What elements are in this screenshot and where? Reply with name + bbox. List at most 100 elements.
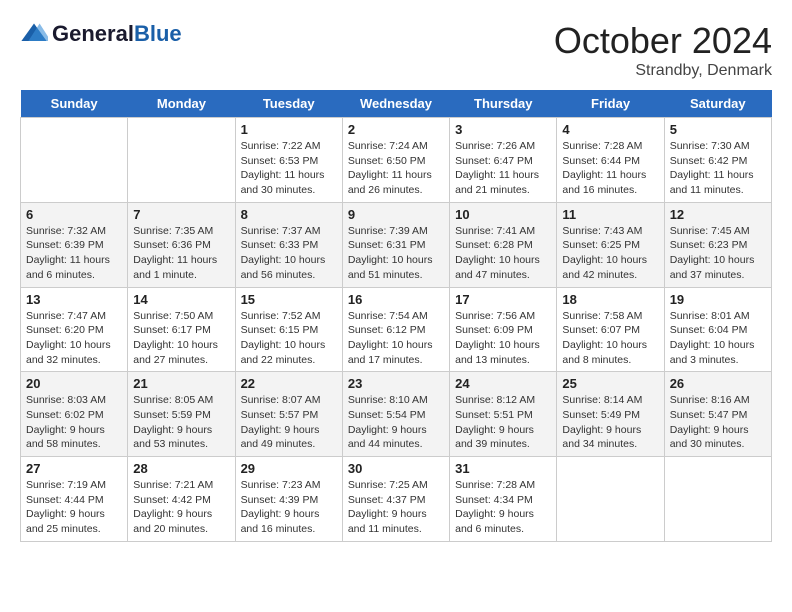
cell-info: Sunrise: 7:32 AM Sunset: 6:39 PM Dayligh…: [26, 224, 122, 283]
calendar-cell: 5 Sunrise: 7:30 AM Sunset: 6:42 PM Daylig…: [664, 118, 771, 203]
calendar-cell: 1 Sunrise: 7:22 AM Sunset: 6:53 PM Daylig…: [235, 118, 342, 203]
cell-info: Sunrise: 7:37 AM Sunset: 6:33 PM Dayligh…: [241, 224, 337, 283]
calendar-cell: 16 Sunrise: 7:54 AM Sunset: 6:12 PM Dayli…: [342, 287, 449, 372]
day-number: 1: [241, 122, 337, 137]
cell-info: Sunrise: 7:25 AM Sunset: 4:37 PM Dayligh…: [348, 478, 444, 537]
cell-info: Sunrise: 7:24 AM Sunset: 6:50 PM Dayligh…: [348, 139, 444, 198]
day-header-tuesday: Tuesday: [235, 90, 342, 118]
day-header-row: SundayMondayTuesdayWednesdayThursdayFrid…: [21, 90, 772, 118]
calendar-cell: [128, 118, 235, 203]
cell-info: Sunrise: 7:28 AM Sunset: 4:34 PM Dayligh…: [455, 478, 551, 537]
day-number: 24: [455, 376, 551, 391]
cell-info: Sunrise: 8:03 AM Sunset: 6:02 PM Dayligh…: [26, 393, 122, 452]
cell-info: Sunrise: 8:07 AM Sunset: 5:57 PM Dayligh…: [241, 393, 337, 452]
title-block: October 2024 Strandby, Denmark: [554, 20, 772, 80]
day-number: 13: [26, 292, 122, 307]
day-number: 4: [562, 122, 658, 137]
cell-info: Sunrise: 7:21 AM Sunset: 4:42 PM Dayligh…: [133, 478, 229, 537]
calendar-cell: 4 Sunrise: 7:28 AM Sunset: 6:44 PM Daylig…: [557, 118, 664, 203]
calendar-cell: 23 Sunrise: 8:10 AM Sunset: 5:54 PM Dayli…: [342, 372, 449, 457]
calendar-cell: 7 Sunrise: 7:35 AM Sunset: 6:36 PM Daylig…: [128, 202, 235, 287]
calendar-cell: 18 Sunrise: 7:58 AM Sunset: 6:07 PM Dayli…: [557, 287, 664, 372]
day-number: 3: [455, 122, 551, 137]
day-header-monday: Monday: [128, 90, 235, 118]
cell-info: Sunrise: 7:47 AM Sunset: 6:20 PM Dayligh…: [26, 309, 122, 368]
calendar-cell: 9 Sunrise: 7:39 AM Sunset: 6:31 PM Daylig…: [342, 202, 449, 287]
logo-blue: Blue: [134, 21, 182, 46]
calendar-cell: 2 Sunrise: 7:24 AM Sunset: 6:50 PM Daylig…: [342, 118, 449, 203]
day-number: 22: [241, 376, 337, 391]
week-row-4: 20 Sunrise: 8:03 AM Sunset: 6:02 PM Dayli…: [21, 372, 772, 457]
day-number: 25: [562, 376, 658, 391]
calendar-cell: 20 Sunrise: 8:03 AM Sunset: 6:02 PM Dayli…: [21, 372, 128, 457]
cell-info: Sunrise: 7:39 AM Sunset: 6:31 PM Dayligh…: [348, 224, 444, 283]
cell-info: Sunrise: 7:19 AM Sunset: 4:44 PM Dayligh…: [26, 478, 122, 537]
day-number: 19: [670, 292, 766, 307]
location: Strandby, Denmark: [554, 62, 772, 80]
day-number: 28: [133, 461, 229, 476]
day-number: 20: [26, 376, 122, 391]
cell-info: Sunrise: 8:10 AM Sunset: 5:54 PM Dayligh…: [348, 393, 444, 452]
logo-general: General: [52, 21, 134, 46]
day-header-saturday: Saturday: [664, 90, 771, 118]
day-number: 5: [670, 122, 766, 137]
cell-info: Sunrise: 7:26 AM Sunset: 6:47 PM Dayligh…: [455, 139, 551, 198]
day-number: 11: [562, 207, 658, 222]
page-header: GeneralBlue October 2024 Strandby, Denma…: [20, 20, 772, 80]
week-row-3: 13 Sunrise: 7:47 AM Sunset: 6:20 PM Dayli…: [21, 287, 772, 372]
calendar-cell: 15 Sunrise: 7:52 AM Sunset: 6:15 PM Dayli…: [235, 287, 342, 372]
calendar-cell: [557, 457, 664, 542]
logo-icon: [20, 20, 48, 48]
cell-info: Sunrise: 8:01 AM Sunset: 6:04 PM Dayligh…: [670, 309, 766, 368]
cell-info: Sunrise: 7:52 AM Sunset: 6:15 PM Dayligh…: [241, 309, 337, 368]
week-row-2: 6 Sunrise: 7:32 AM Sunset: 6:39 PM Daylig…: [21, 202, 772, 287]
cell-info: Sunrise: 7:28 AM Sunset: 6:44 PM Dayligh…: [562, 139, 658, 198]
calendar-cell: 17 Sunrise: 7:56 AM Sunset: 6:09 PM Dayli…: [450, 287, 557, 372]
calendar-cell: 29Sunrise: 7:23 AM Sunset: 4:39 PM Dayli…: [235, 457, 342, 542]
calendar-cell: 31 Sunrise: 7:28 AM Sunset: 4:34 PM Dayli…: [450, 457, 557, 542]
day-number: 2: [348, 122, 444, 137]
calendar-cell: 8Sunrise: 7:37 AM Sunset: 6:33 PM Daylig…: [235, 202, 342, 287]
calendar-cell: 6 Sunrise: 7:32 AM Sunset: 6:39 PM Daylig…: [21, 202, 128, 287]
calendar-cell: 25 Sunrise: 8:14 AM Sunset: 5:49 PM Dayli…: [557, 372, 664, 457]
cell-info: Sunrise: 7:56 AM Sunset: 6:09 PM Dayligh…: [455, 309, 551, 368]
day-number: 18: [562, 292, 658, 307]
calendar-cell: [664, 457, 771, 542]
cell-info: Sunrise: 7:22 AM Sunset: 6:53 PM Dayligh…: [241, 139, 337, 198]
day-number: 30: [348, 461, 444, 476]
day-header-friday: Friday: [557, 90, 664, 118]
week-row-5: 27Sunrise: 7:19 AM Sunset: 4:44 PM Dayli…: [21, 457, 772, 542]
day-number: 26: [670, 376, 766, 391]
day-number: 15: [241, 292, 337, 307]
cell-info: Sunrise: 7:30 AM Sunset: 6:42 PM Dayligh…: [670, 139, 766, 198]
cell-info: Sunrise: 8:05 AM Sunset: 5:59 PM Dayligh…: [133, 393, 229, 452]
day-number: 29: [241, 461, 337, 476]
cell-info: Sunrise: 7:35 AM Sunset: 6:36 PM Dayligh…: [133, 224, 229, 283]
day-number: 7: [133, 207, 229, 222]
day-header-thursday: Thursday: [450, 90, 557, 118]
day-number: 9: [348, 207, 444, 222]
day-number: 16: [348, 292, 444, 307]
day-number: 10: [455, 207, 551, 222]
day-number: 14: [133, 292, 229, 307]
cell-info: Sunrise: 7:41 AM Sunset: 6:28 PM Dayligh…: [455, 224, 551, 283]
day-number: 17: [455, 292, 551, 307]
cell-info: Sunrise: 7:45 AM Sunset: 6:23 PM Dayligh…: [670, 224, 766, 283]
cell-info: Sunrise: 7:54 AM Sunset: 6:12 PM Dayligh…: [348, 309, 444, 368]
calendar-cell: 26Sunrise: 8:16 AM Sunset: 5:47 PM Dayli…: [664, 372, 771, 457]
calendar-cell: 19 Sunrise: 8:01 AM Sunset: 6:04 PM Dayli…: [664, 287, 771, 372]
calendar-cell: 24Sunrise: 8:12 AM Sunset: 5:51 PM Dayli…: [450, 372, 557, 457]
cell-info: Sunrise: 8:14 AM Sunset: 5:49 PM Dayligh…: [562, 393, 658, 452]
day-number: 23: [348, 376, 444, 391]
day-number: 6: [26, 207, 122, 222]
calendar-cell: 27Sunrise: 7:19 AM Sunset: 4:44 PM Dayli…: [21, 457, 128, 542]
calendar-cell: 13 Sunrise: 7:47 AM Sunset: 6:20 PM Dayli…: [21, 287, 128, 372]
calendar-cell: 22 Sunrise: 8:07 AM Sunset: 5:57 PM Dayli…: [235, 372, 342, 457]
week-row-1: 1 Sunrise: 7:22 AM Sunset: 6:53 PM Daylig…: [21, 118, 772, 203]
cell-info: Sunrise: 7:43 AM Sunset: 6:25 PM Dayligh…: [562, 224, 658, 283]
cell-info: Sunrise: 7:58 AM Sunset: 6:07 PM Dayligh…: [562, 309, 658, 368]
calendar-cell: 3 Sunrise: 7:26 AM Sunset: 6:47 PM Daylig…: [450, 118, 557, 203]
calendar-cell: 28 Sunrise: 7:21 AM Sunset: 4:42 PM Dayli…: [128, 457, 235, 542]
calendar-cell: [21, 118, 128, 203]
day-number: 31: [455, 461, 551, 476]
